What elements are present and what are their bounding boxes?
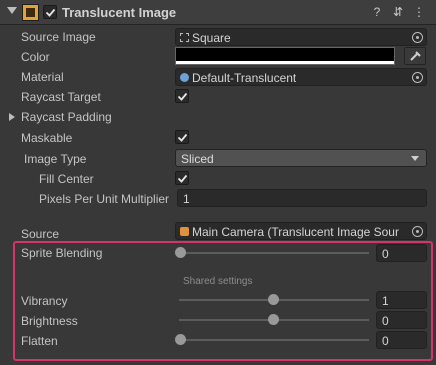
presets-icon[interactable]: ⇵ xyxy=(391,5,405,19)
checkmark-icon xyxy=(177,92,188,101)
vibrancy-thumb[interactable] xyxy=(268,294,279,305)
alpha-bar xyxy=(176,61,394,64)
pixels-per-unit-input[interactable]: 1 xyxy=(177,189,427,207)
material-value: Default-Translucent xyxy=(192,71,297,85)
flatten-thumb[interactable] xyxy=(175,334,186,345)
eyedropper-button[interactable] xyxy=(404,47,426,65)
raycast-padding-label[interactable]: Raycast Padding xyxy=(21,110,112,124)
color-label: Color xyxy=(21,50,50,64)
source-image-field[interactable]: Square xyxy=(175,28,427,46)
component-enabled-checkbox[interactable] xyxy=(43,5,57,19)
brightness-value: 0 xyxy=(382,314,389,328)
flatten-input[interactable]: 0 xyxy=(376,331,427,349)
material-label: Material xyxy=(21,70,64,84)
source-field[interactable]: Main Camera (Translucent Image Sour xyxy=(175,222,427,240)
sprite-blending-label: Sprite Blending xyxy=(21,246,103,260)
flatten-track[interactable] xyxy=(179,339,369,341)
flatten-label: Flatten xyxy=(21,334,58,348)
image-type-label: Image Type xyxy=(24,152,87,166)
menu-icon[interactable]: ⋮ xyxy=(412,5,426,19)
sprite-blending-thumb[interactable] xyxy=(175,247,186,258)
checkmark-icon xyxy=(45,8,56,17)
fill-center-label: Fill Center xyxy=(39,172,94,186)
object-picker-icon[interactable] xyxy=(412,226,423,237)
maskable-label: Maskable xyxy=(21,131,73,145)
material-field[interactable]: Default-Translucent xyxy=(175,68,427,86)
source-image-label: Source Image xyxy=(21,30,96,44)
image-type-value: Sliced xyxy=(181,152,214,166)
checkmark-icon xyxy=(177,174,188,183)
shared-settings-label: Shared settings xyxy=(183,276,253,287)
material-icon xyxy=(180,73,189,82)
raycast-target-label: Raycast Target xyxy=(21,90,101,104)
translucent-image-component-icon xyxy=(22,4,39,21)
vibrancy-label: Vibrancy xyxy=(21,294,68,308)
sprite-blending-value: 0 xyxy=(382,247,389,261)
component-header: Translucent Image ? ⇵ ⋮ xyxy=(0,0,436,25)
maskable-checkbox[interactable] xyxy=(175,130,189,144)
image-type-dropdown[interactable]: Sliced xyxy=(175,149,427,167)
camera-component-icon xyxy=(180,227,189,236)
brightness-input[interactable]: 0 xyxy=(376,311,427,329)
sprite-blending-track[interactable] xyxy=(179,252,369,254)
eyedropper-icon xyxy=(410,51,421,61)
source-label: Source xyxy=(21,227,60,241)
pixels-per-unit-label: Pixels Per Unit Multiplier xyxy=(39,192,170,206)
raycast-target-checkbox[interactable] xyxy=(175,89,189,103)
fill-center-checkbox[interactable] xyxy=(175,171,189,185)
source-image-value: Square xyxy=(192,31,231,45)
source-value: Main Camera (Translucent Image Sour xyxy=(192,225,399,239)
object-picker-icon[interactable] xyxy=(412,72,423,83)
color-field[interactable] xyxy=(175,47,395,65)
brightness-label: Brightness xyxy=(21,314,78,328)
flatten-value: 0 xyxy=(382,334,389,348)
checkmark-icon xyxy=(177,133,188,142)
help-icon[interactable]: ? xyxy=(370,5,384,19)
sprite-blending-input[interactable]: 0 xyxy=(376,244,427,262)
chevron-right-icon[interactable] xyxy=(9,113,15,121)
pixels-per-unit-value: 1 xyxy=(183,192,190,206)
vibrancy-value: 1 xyxy=(382,294,389,308)
object-picker-icon[interactable] xyxy=(412,32,423,43)
vibrancy-input[interactable]: 1 xyxy=(376,291,427,309)
sprite-icon xyxy=(180,33,189,42)
chevron-down-icon[interactable] xyxy=(7,7,17,14)
component-title: Translucent Image xyxy=(62,5,177,20)
brightness-thumb[interactable] xyxy=(268,314,279,325)
chevron-down-icon xyxy=(411,156,419,161)
